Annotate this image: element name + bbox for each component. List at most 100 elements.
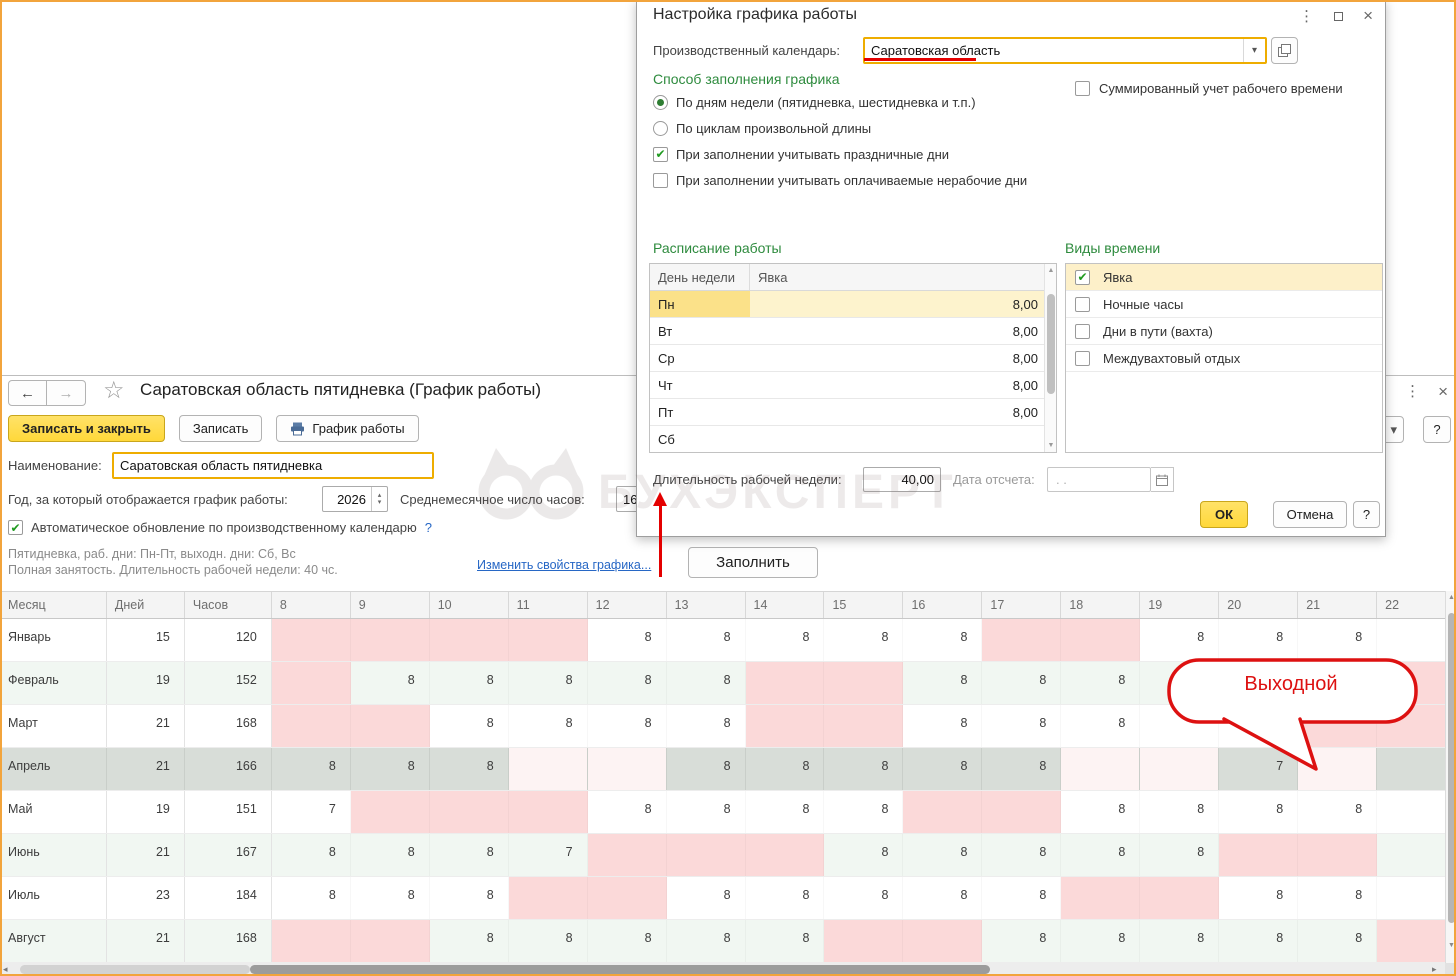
day-off-cell[interactable] — [351, 791, 430, 833]
favorite-star-icon[interactable]: ☆ — [103, 376, 125, 405]
checkbox-option-row[interactable]: При заполнении учитывать оплачиваемые не… — [653, 167, 1027, 193]
form-help-button[interactable]: ? — [1423, 416, 1451, 443]
week-length-input[interactable]: 40,00 — [863, 467, 941, 492]
day-cell[interactable]: 8 — [1140, 791, 1219, 833]
day-cell[interactable]: 8 — [430, 662, 509, 704]
summarized-accounting-checkbox[interactable] — [1075, 81, 1090, 96]
day-cell[interactable]: 8 — [667, 619, 746, 661]
days-count-cell[interactable]: 21 — [107, 920, 185, 962]
day-off-cell[interactable] — [588, 877, 667, 919]
day-cell[interactable]: 8 — [746, 877, 825, 919]
month-cell[interactable]: Август — [0, 920, 107, 962]
day-cell[interactable]: 8 — [351, 877, 430, 919]
schedule-day-cell[interactable]: Чт — [650, 372, 750, 398]
checkbox-option-row[interactable]: ✔При заполнении учитывать праздничные дн… — [653, 141, 1027, 167]
save-and-close-button[interactable]: Записать и закрыть — [8, 415, 165, 442]
time-type-checkbox[interactable] — [1075, 351, 1090, 366]
day-cell[interactable]: 8 — [903, 619, 982, 661]
day-cell[interactable]: 8 — [430, 748, 509, 790]
day-off-cell[interactable] — [824, 920, 903, 962]
schedule-value-cell[interactable]: 8,00 — [750, 351, 1056, 366]
calendar-month-row[interactable]: Январь1512088888888 — [0, 619, 1456, 662]
schedule-row[interactable]: Пт8,00 — [650, 399, 1056, 426]
dialog-close-icon[interactable]: × — [1363, 6, 1373, 26]
day-cell[interactable]: 8 — [272, 877, 351, 919]
day-cell[interactable]: 8 — [351, 748, 430, 790]
day-cell[interactable]: 8 — [272, 834, 351, 876]
day-cell[interactable]: 8 — [430, 877, 509, 919]
day-cell[interactable]: 8 — [1219, 920, 1298, 962]
work-schedule-scrollbar[interactable]: ▲ ▼ — [1044, 264, 1056, 452]
day-cell[interactable]: 8 — [746, 920, 825, 962]
day-off-cell[interactable] — [351, 619, 430, 661]
day-cell[interactable]: 8 — [588, 791, 667, 833]
schedule-value-cell[interactable]: 8,00 — [750, 291, 1056, 317]
time-type-row[interactable]: Междувахтовый отдых — [1066, 345, 1382, 372]
day-cell[interactable]: 8 — [982, 662, 1061, 704]
day-off-cell[interactable] — [1061, 877, 1140, 919]
year-spinner[interactable]: 2026 ▴▾ — [322, 486, 388, 512]
day-cell[interactable]: 8 — [1061, 834, 1140, 876]
hours-count-cell[interactable]: 166 — [185, 748, 272, 790]
day-cell[interactable]: 8 — [667, 877, 746, 919]
day-cell[interactable]: 8 — [1298, 619, 1377, 661]
day-cell[interactable]: 8 — [1140, 619, 1219, 661]
month-cell[interactable]: Январь — [0, 619, 107, 661]
day-cell[interactable]: 8 — [746, 619, 825, 661]
calendar-month-row[interactable]: Август211688888888888 — [0, 920, 1456, 963]
date-picker-button[interactable] — [1151, 467, 1174, 492]
scroll-up-icon[interactable]: ▲ — [1446, 594, 1456, 601]
open-calendar-button[interactable] — [1271, 37, 1298, 64]
schedule-row[interactable]: Чт8,00 — [650, 372, 1056, 399]
day-off-cell[interactable] — [509, 748, 588, 790]
day-cell[interactable]: 8 — [903, 662, 982, 704]
day-cell[interactable]: 8 — [430, 834, 509, 876]
hours-count-cell[interactable]: 168 — [185, 705, 272, 747]
day-cell[interactable]: 8 — [588, 920, 667, 962]
schedule-value-cell[interactable]: 8,00 — [750, 324, 1056, 339]
hours-count-cell[interactable]: 151 — [185, 791, 272, 833]
day-cell[interactable]: 8 — [1140, 834, 1219, 876]
calendar-month-row[interactable]: Май19151788888888 — [0, 791, 1456, 834]
schedule-day-cell[interactable]: Сб — [650, 426, 750, 452]
day-off-cell[interactable] — [272, 920, 351, 962]
name-input[interactable]: Саратовская область пятидневка — [112, 452, 434, 479]
day-cell[interactable]: 7 — [509, 834, 588, 876]
scroll-down-icon[interactable]: ▼ — [1446, 942, 1456, 949]
day-cell[interactable]: 8 — [1061, 791, 1140, 833]
day-cell[interactable]: 8 — [1140, 920, 1219, 962]
schedule-day-cell[interactable]: Пт — [650, 399, 750, 425]
day-cell[interactable]: 8 — [509, 662, 588, 704]
day-cell[interactable]: 8 — [746, 748, 825, 790]
day-cell[interactable]: 8 — [824, 834, 903, 876]
day-off-cell[interactable] — [430, 791, 509, 833]
days-count-cell[interactable]: 19 — [107, 791, 185, 833]
day-cell[interactable]: 8 — [1219, 791, 1298, 833]
day-off-cell[interactable] — [351, 920, 430, 962]
month-cell[interactable]: Март — [0, 705, 107, 747]
checkbox-control[interactable] — [653, 173, 668, 188]
month-cell[interactable]: Май — [0, 791, 107, 833]
day-cell[interactable]: 8 — [1061, 662, 1140, 704]
auto-update-checkbox[interactable]: ✔ — [8, 520, 23, 535]
schedule-day-cell[interactable]: Вт — [650, 318, 750, 344]
day-off-cell[interactable] — [272, 705, 351, 747]
day-cell[interactable]: 8 — [982, 834, 1061, 876]
day-cell[interactable]: 8 — [588, 619, 667, 661]
schedule-day-cell[interactable]: Ср — [650, 345, 750, 371]
radio-control[interactable] — [653, 121, 668, 136]
horizontal-scrollbar-track-segment[interactable] — [20, 965, 250, 974]
day-off-cell[interactable] — [903, 920, 982, 962]
day-cell[interactable]: 8 — [824, 748, 903, 790]
day-cell[interactable]: 8 — [430, 705, 509, 747]
schedule-row[interactable]: Вт8,00 — [650, 318, 1056, 345]
day-off-cell[interactable] — [272, 662, 351, 704]
day-off-cell[interactable] — [588, 748, 667, 790]
day-cell[interactable]: 8 — [1298, 791, 1377, 833]
day-cell[interactable]: 8 — [824, 791, 903, 833]
dialog-help-button[interactable]: ? — [1353, 501, 1380, 528]
days-count-cell[interactable]: 21 — [107, 834, 185, 876]
edit-schedule-properties-link[interactable]: Изменить свойства графика... — [477, 558, 651, 572]
day-off-cell[interactable] — [351, 705, 430, 747]
days-count-cell[interactable]: 23 — [107, 877, 185, 919]
